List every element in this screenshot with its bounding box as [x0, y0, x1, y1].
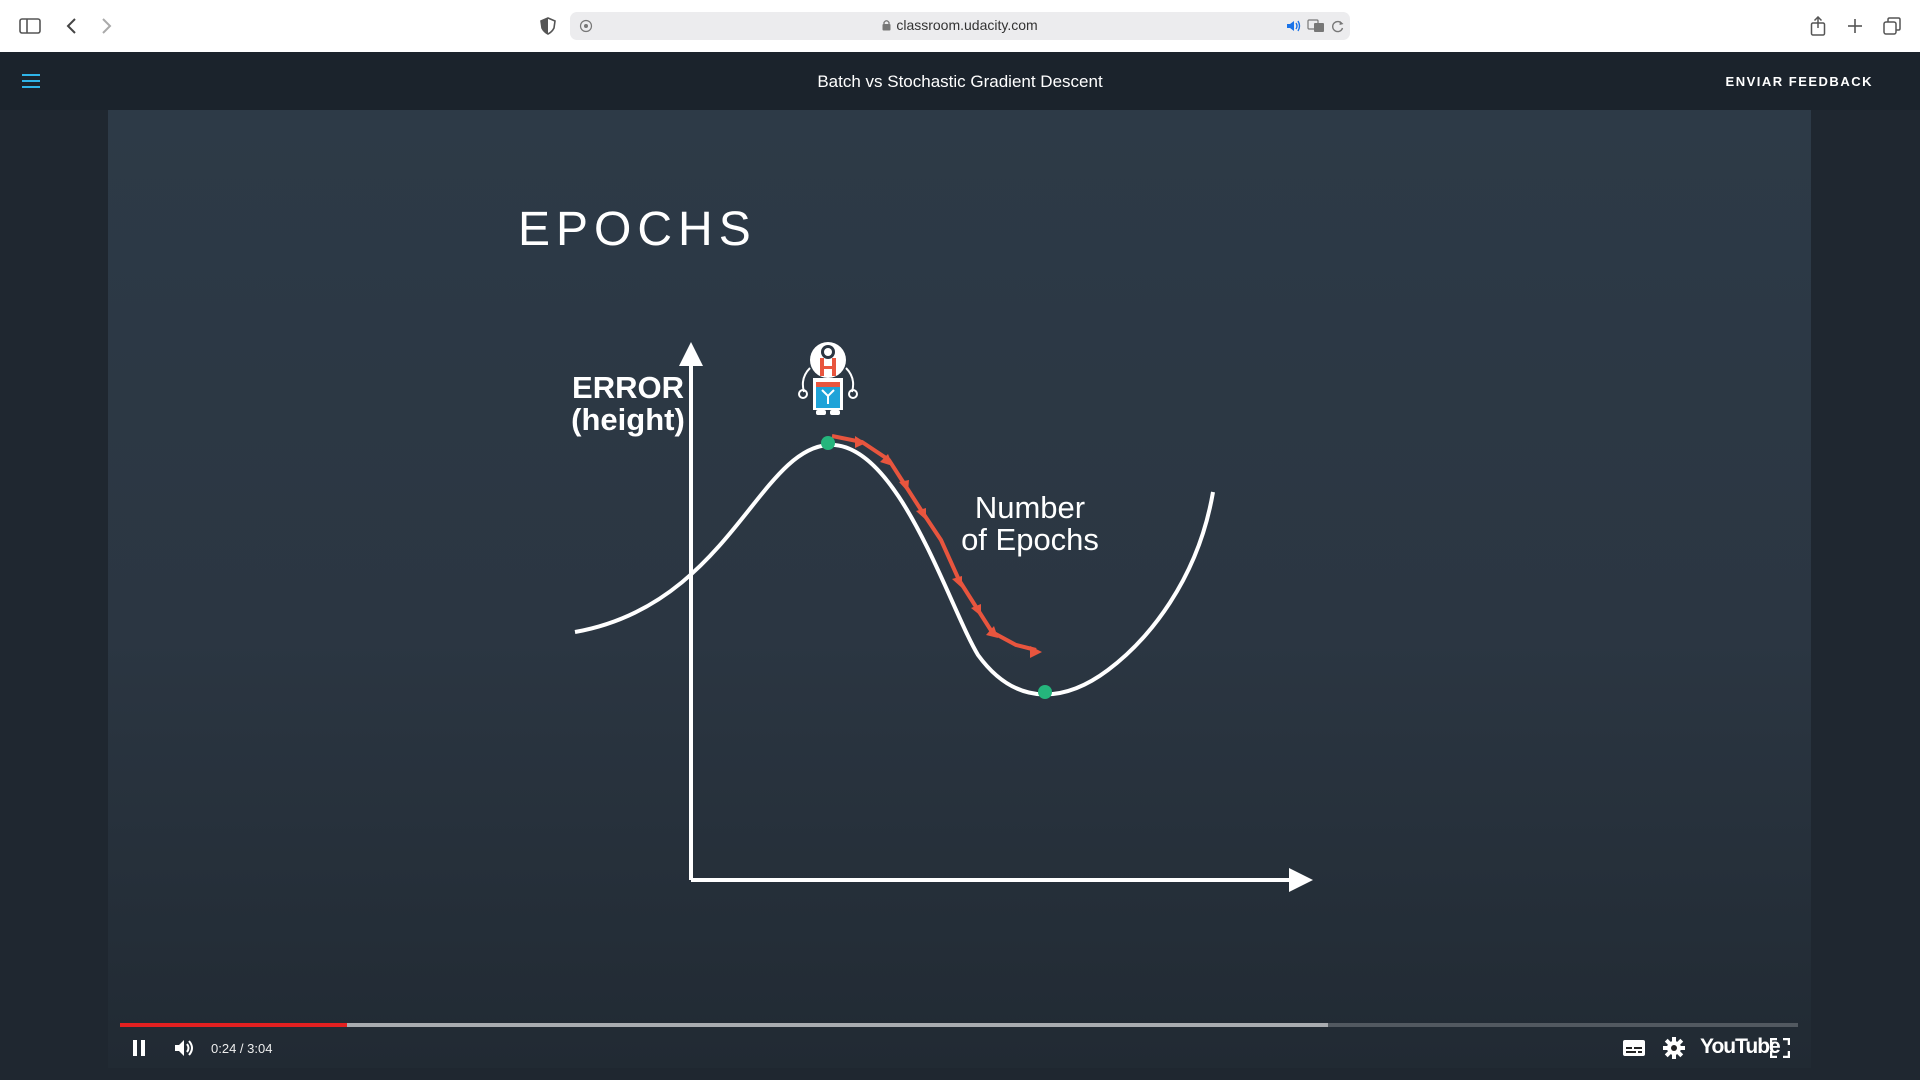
reload-icon[interactable] [1326, 14, 1350, 38]
sidebar-icon[interactable] [18, 14, 42, 38]
progress-bar[interactable] [120, 1023, 1798, 1027]
shield-icon[interactable] [536, 14, 560, 38]
new-tab-icon[interactable] [1843, 14, 1867, 38]
back-icon[interactable] [60, 14, 84, 38]
classroom-header: Batch vs Stochastic Gradient Descent ENV… [0, 52, 1920, 110]
url-text: classroom.udacity.com [896, 17, 1038, 33]
start-point [821, 436, 835, 450]
y-axis-label: ERROR (height) [571, 370, 685, 437]
volume-icon[interactable] [172, 1034, 198, 1062]
lock-icon [882, 18, 891, 34]
robot-icon [798, 342, 858, 415]
share-icon[interactable] [1806, 14, 1830, 38]
left-gutter [0, 110, 108, 1080]
video-player[interactable]: EPOCHS ERROR (height) Number of Epochs 0… [108, 110, 1811, 1068]
gradient-descent-diagram [574, 342, 1313, 892]
subtitles-icon[interactable] [1621, 1034, 1647, 1062]
time-display: 0:24 / 3:04 [211, 1041, 273, 1056]
send-feedback-button[interactable]: ENVIAR FEEDBACK [1726, 74, 1873, 89]
settings-icon[interactable] [1661, 1034, 1687, 1062]
page-title: Batch vs Stochastic Gradient Descent [817, 72, 1103, 91]
url-field[interactable]: classroom.udacity.com [570, 17, 1350, 34]
fullscreen-icon[interactable] [1768, 1034, 1792, 1062]
browser-toolbar: classroom.udacity.com [0, 0, 1920, 53]
translate-icon[interactable] [1304, 14, 1328, 38]
forward-icon[interactable] [94, 14, 118, 38]
x-axis-arrowhead [1289, 868, 1313, 892]
curve-label: Number of Epochs [961, 490, 1099, 557]
tabs-overview-icon[interactable] [1880, 14, 1904, 38]
error-curve [574, 442, 1215, 697]
speaker-icon[interactable] [1282, 14, 1306, 38]
progress-played [120, 1023, 347, 1027]
minimum-point [1038, 685, 1052, 699]
right-gutter [1811, 110, 1920, 1080]
pause-icon[interactable] [128, 1034, 150, 1062]
y-axis-arrowhead [679, 342, 703, 366]
address-bar[interactable]: classroom.udacity.com [570, 12, 1350, 40]
